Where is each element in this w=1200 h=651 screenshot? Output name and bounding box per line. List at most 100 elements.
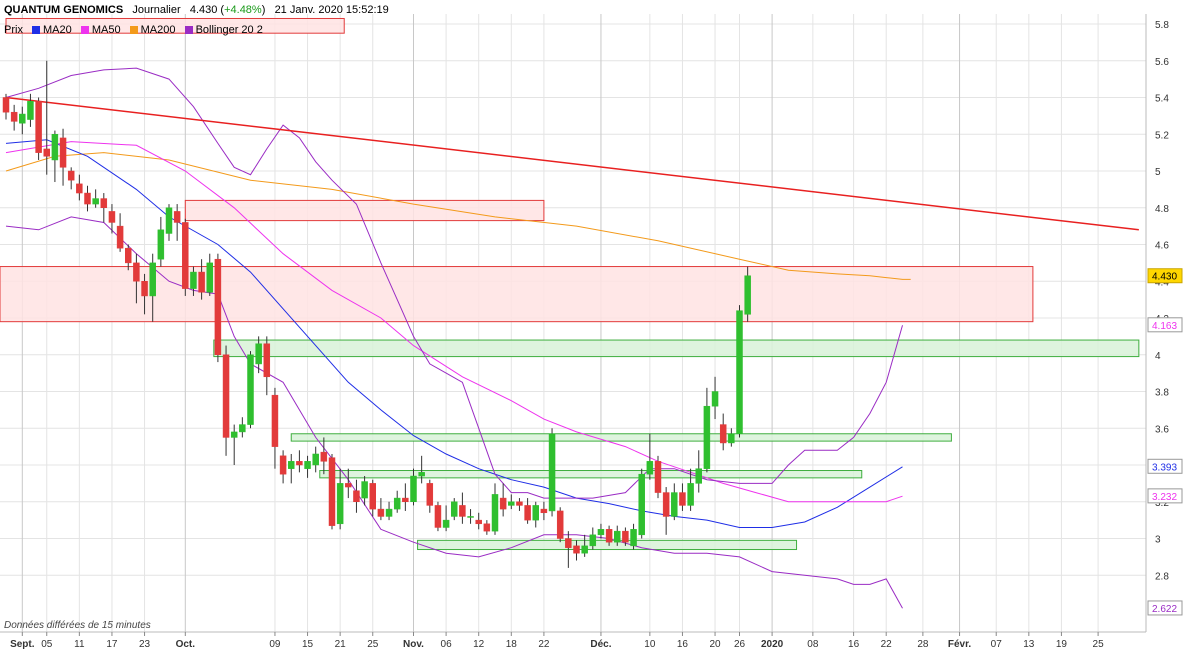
candle-body	[149, 262, 156, 297]
candle	[165, 204, 173, 241]
candle	[630, 523, 637, 550]
candle-body	[491, 494, 499, 532]
candle-body	[451, 501, 458, 517]
candle	[638, 468, 645, 539]
zones	[0, 17, 1140, 551]
price-tag-label: 4.430	[1152, 272, 1177, 283]
candle	[703, 387, 711, 473]
candle-body	[499, 497, 507, 510]
candle	[402, 483, 409, 511]
candle-body	[671, 492, 678, 517]
candle-body	[304, 461, 311, 469]
candle	[10, 104, 18, 131]
candle	[434, 501, 442, 532]
x-tick-label: 2020	[761, 639, 784, 650]
y-tick-label: 5.2	[1155, 130, 1169, 141]
candle	[719, 413, 727, 451]
y-tick-label: 2.8	[1155, 571, 1169, 582]
candle-body	[271, 394, 279, 447]
price-tag-label: 2.622	[1152, 604, 1177, 615]
x-tick-label: 06	[441, 639, 453, 650]
candle-body	[336, 483, 344, 525]
candle-body	[108, 211, 116, 223]
legend-bollinger-swatch	[184, 26, 193, 35]
candle	[288, 453, 295, 484]
candle-body	[141, 281, 148, 297]
candle-body	[744, 275, 751, 315]
candle	[426, 479, 434, 513]
candle-body	[540, 508, 548, 514]
candle	[671, 483, 678, 521]
candle-body	[434, 505, 442, 528]
candle	[222, 345, 230, 456]
candle-body	[548, 433, 556, 512]
candle-body	[19, 113, 26, 124]
price-chart[interactable]: 5.85.65.45.254.84.64.44.243.83.63.43.232…	[0, 0, 1200, 651]
candle-body	[190, 271, 197, 289]
legend-bollinger: Bollinger 20 2	[195, 24, 263, 36]
x-tick-label: 05	[41, 639, 53, 650]
x-tick-label: 28	[917, 639, 929, 650]
candle-body	[605, 529, 613, 543]
period-label: Journalier	[132, 4, 181, 16]
candle-body	[703, 405, 711, 469]
candle	[230, 424, 238, 465]
candle-body	[51, 134, 59, 161]
candle	[662, 487, 670, 535]
candle	[59, 128, 67, 186]
x-tick-label: 16	[848, 639, 860, 650]
candle-body	[589, 534, 597, 547]
legend-prix: Prix	[4, 24, 23, 36]
candle-body	[418, 472, 425, 477]
candle	[76, 174, 83, 201]
candle-body	[35, 100, 42, 153]
chart-header: QUANTUM GENOMICS Journalier 4.430 (+4.48…	[4, 4, 389, 16]
candle	[393, 490, 401, 513]
candle	[19, 106, 26, 135]
candle-body	[10, 111, 18, 122]
legend-ma20-swatch	[32, 26, 41, 35]
x-tick-label: 18	[506, 639, 518, 650]
candle	[304, 455, 311, 478]
candle	[540, 501, 548, 521]
candle-body	[312, 453, 319, 466]
candle-body	[402, 497, 409, 503]
candle	[92, 189, 99, 208]
candle	[597, 523, 605, 539]
candle-body	[532, 505, 539, 521]
candle-body	[157, 229, 165, 260]
candle	[508, 494, 515, 510]
x-tick-label: 22	[881, 639, 893, 650]
x-tick-label: 19	[1056, 639, 1068, 650]
candle-body	[279, 455, 287, 475]
x-tick-label: 11	[74, 639, 85, 650]
candle-body	[410, 475, 417, 502]
candle-body	[288, 461, 295, 469]
candle-body	[565, 538, 572, 548]
candle-body	[654, 461, 662, 493]
y-tick-label: 3	[1155, 535, 1161, 546]
candle	[483, 520, 491, 535]
candle	[353, 479, 360, 513]
price-tag-label: 4.163	[1152, 321, 1177, 332]
candle-body	[222, 354, 230, 438]
y-tick-label: 4.8	[1155, 204, 1169, 215]
legend: Prix MA20 MA50 MA200 Bollinger 20 2	[4, 24, 263, 36]
candle-body	[247, 354, 254, 425]
price-change: +4.48%	[224, 4, 262, 16]
x-tick-label: 21	[335, 639, 347, 650]
candle-body	[614, 530, 621, 543]
y-tick-label: 4.6	[1155, 241, 1169, 252]
candle	[328, 453, 336, 530]
candle-body	[369, 483, 376, 510]
indicator-lines	[5, 67, 1139, 609]
x-tick-label: 22	[538, 639, 550, 650]
candle-body	[84, 192, 91, 205]
candle-body	[711, 391, 719, 407]
candle-body	[59, 137, 67, 168]
candle	[279, 450, 287, 484]
candle	[654, 455, 662, 499]
x-tick-label: 08	[807, 639, 819, 650]
candle-body	[353, 490, 360, 503]
candle-body	[638, 473, 645, 536]
